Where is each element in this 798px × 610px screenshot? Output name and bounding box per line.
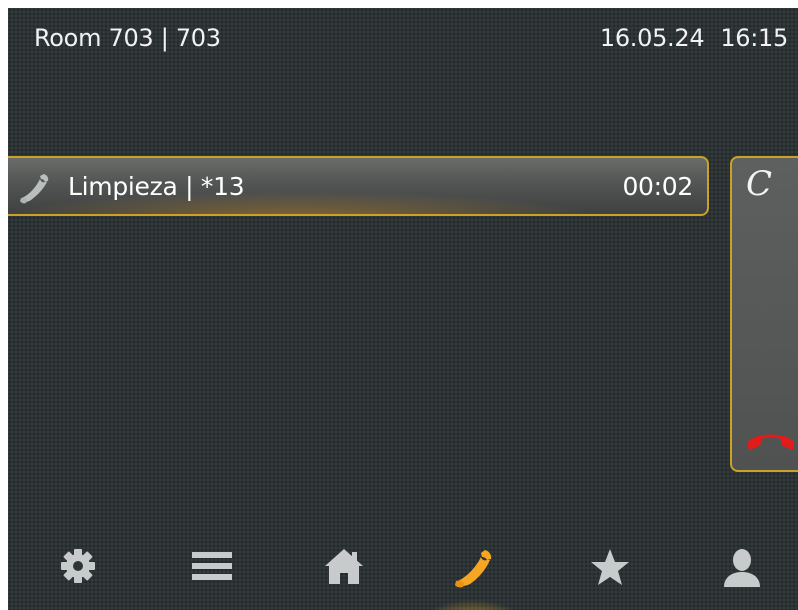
room-label: Room 703 | 703 — [34, 24, 221, 52]
phone-icon — [452, 546, 496, 594]
contact-icon — [720, 546, 764, 594]
hangup-icon[interactable] — [744, 428, 798, 452]
home-icon — [322, 546, 366, 592]
nav-phone[interactable] — [444, 546, 504, 606]
phone-screen: Room 703 | 703 16.05.24 16:15 Limpieza | … — [8, 8, 798, 610]
time-label: 16:15 — [720, 24, 788, 52]
star-icon — [589, 546, 631, 592]
datetime: 16.05.24 16:15 — [600, 24, 788, 52]
gear-icon — [58, 546, 98, 590]
active-call-bar[interactable]: Limpieza | *13 00:02 — [8, 156, 709, 216]
nav-home[interactable] — [314, 546, 374, 606]
nav-contacts[interactable] — [712, 546, 772, 606]
date-label: 16.05.24 — [599, 24, 705, 52]
bottom-nav — [8, 528, 798, 610]
call-timer: 00:02 — [622, 172, 693, 201]
panel-letter: C — [746, 164, 773, 204]
menu-icon — [190, 546, 234, 590]
nav-menu[interactable] — [182, 546, 242, 606]
call-party-name: Limpieza | *13 — [68, 172, 245, 201]
phone-handset-icon — [18, 171, 52, 205]
status-bar: Room 703 | 703 16.05.24 16:15 — [8, 8, 798, 78]
nav-settings[interactable] — [48, 546, 108, 606]
nav-favorites[interactable] — [580, 546, 640, 606]
call-side-panel[interactable]: C — [730, 156, 798, 472]
